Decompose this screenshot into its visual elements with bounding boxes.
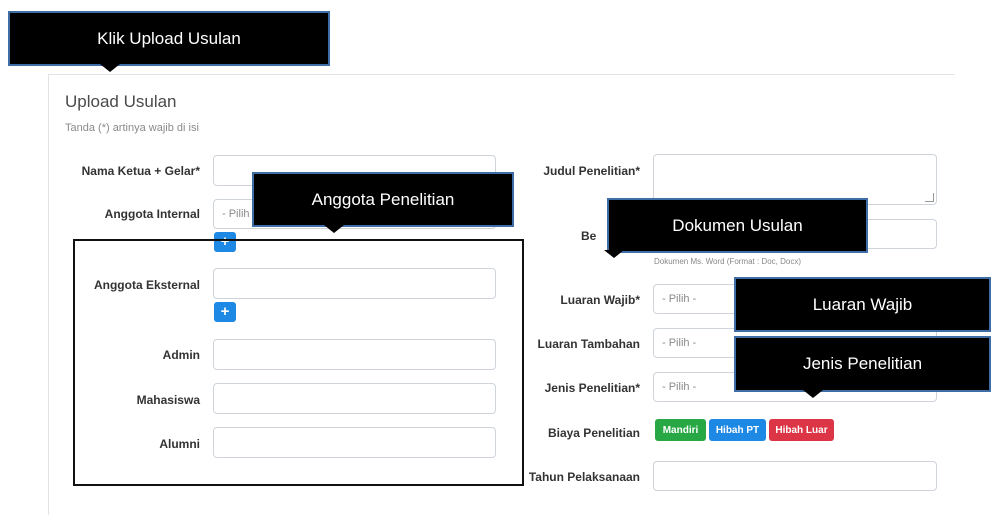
content-left-divider — [48, 75, 49, 515]
callout-jenis-text: Jenis Penelitian — [802, 354, 923, 373]
hibah-pt-button[interactable]: Hibah PT — [709, 419, 766, 441]
luaran-wajib-placeholder: - Pilih - — [662, 293, 697, 305]
required-note: Tanda (*) artinya wajib di isi — [65, 122, 199, 134]
resize-grip-icon[interactable] — [925, 193, 934, 202]
callout-luaran-wajib: Luaran Wajib — [734, 277, 991, 332]
callout-anggota: Anggota Penelitian — [252, 172, 514, 227]
jenis-placeholder: - Pilih - — [662, 381, 697, 393]
nama-ketua-label: Nama Ketua + Gelar* — [81, 164, 200, 178]
judul-label: Judul Penelitian* — [543, 164, 640, 178]
callout-luaran-wajib-text: Luaran Wajib — [812, 294, 913, 314]
callout-jenis-pointer — [803, 390, 823, 398]
berkas-format-hint: Dokumen Ms. Word (Format : Doc, Docx) — [654, 257, 801, 266]
tahun-input[interactable] — [653, 461, 937, 491]
callout-dokumen-pointer — [604, 250, 624, 258]
callout-klik-upload-pointer — [100, 64, 120, 72]
content-top-divider — [48, 74, 955, 75]
hibah-luar-button[interactable]: Hibah Luar — [769, 419, 834, 441]
callout-anggota-pointer — [324, 225, 344, 233]
anggota-group-highlight-box — [73, 239, 524, 486]
callout-klik-upload: Klik Upload Usulan — [8, 11, 330, 66]
page-title: Upload Usulan — [65, 92, 177, 111]
callout-dokumen-text: Dokumen Usulan — [672, 215, 803, 235]
callout-jenis: Jenis Penelitian — [734, 336, 991, 392]
callout-anggota-text: Anggota Penelitian — [311, 189, 455, 209]
anggota-internal-label: Anggota Internal — [104, 207, 200, 221]
luaran-tambahan-placeholder: - Pilih - — [662, 337, 697, 349]
callout-dokumen: Dokumen Usulan — [607, 198, 868, 253]
callout-klik-upload-text: Klik Upload Usulan — [97, 28, 241, 48]
mandiri-button[interactable]: Mandiri — [655, 419, 706, 441]
